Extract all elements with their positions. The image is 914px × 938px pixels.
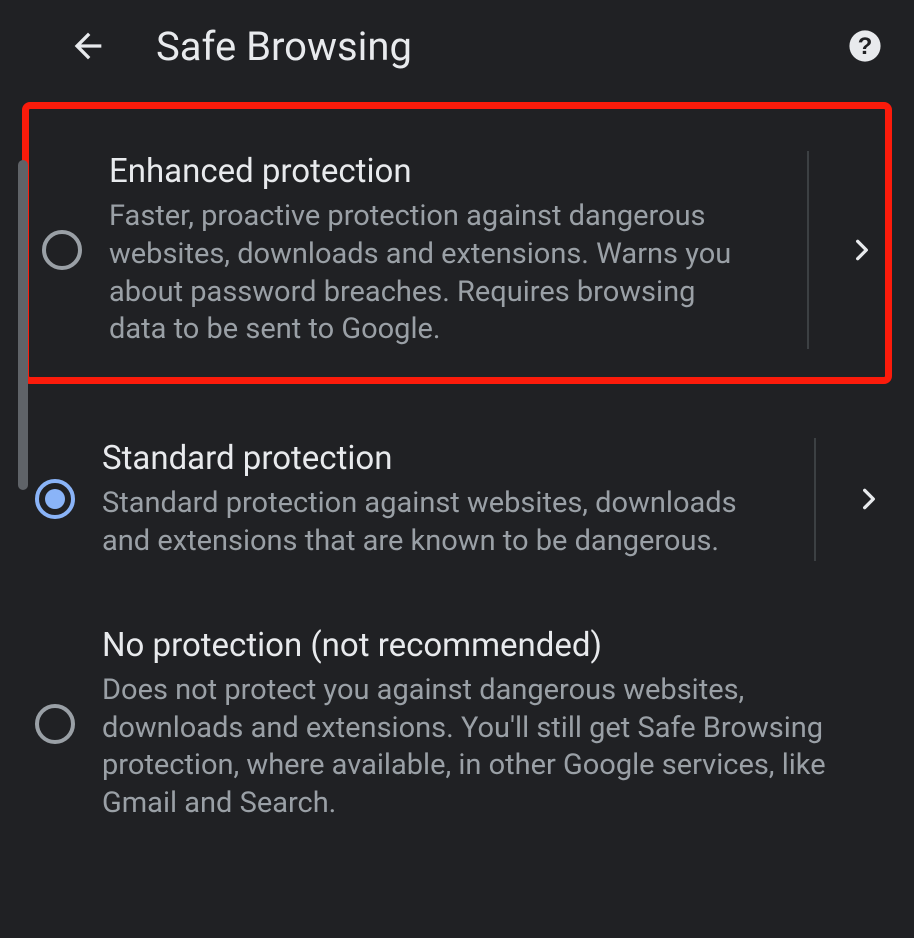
radio-no-protection[interactable] [34,703,76,745]
chevron-right-icon [856,480,882,518]
arrow-left-icon [68,26,108,66]
option-title: Standard protection [102,438,766,479]
page-title: Safe Browsing [156,23,808,70]
option-description: Faster, proactive protection against dan… [109,198,759,349]
back-button[interactable] [60,18,116,74]
svg-text:?: ? [858,33,873,60]
option-text: No protection (not recommended) Does not… [102,625,882,823]
header: Safe Browsing ? [0,0,914,102]
radio-enhanced[interactable] [41,229,83,271]
divider [807,151,809,349]
radio-standard[interactable] [34,478,76,520]
option-description: Standard protection against websites, do… [102,485,766,560]
help-button[interactable]: ? [848,29,882,63]
detail-standard[interactable] [856,480,882,518]
help-icon: ? [848,29,882,63]
options-list: Enhanced protection Faster, proactive pr… [0,102,914,855]
scroll-indicator [18,160,28,490]
divider [814,438,816,561]
option-title: No protection (not recommended) [102,625,874,666]
option-standard-protection[interactable]: Standard protection Standard protection … [22,406,892,593]
option-description: Does not protect you against dangerous w… [102,672,874,823]
option-text: Enhanced protection Faster, proactive pr… [109,151,767,349]
detail-enhanced[interactable] [849,231,875,269]
option-title: Enhanced protection [109,151,759,192]
option-text: Standard protection Standard protection … [102,438,774,561]
option-enhanced-protection[interactable]: Enhanced protection Faster, proactive pr… [22,102,892,384]
option-no-protection[interactable]: No protection (not recommended) Does not… [22,593,892,855]
chevron-right-icon [849,231,875,269]
